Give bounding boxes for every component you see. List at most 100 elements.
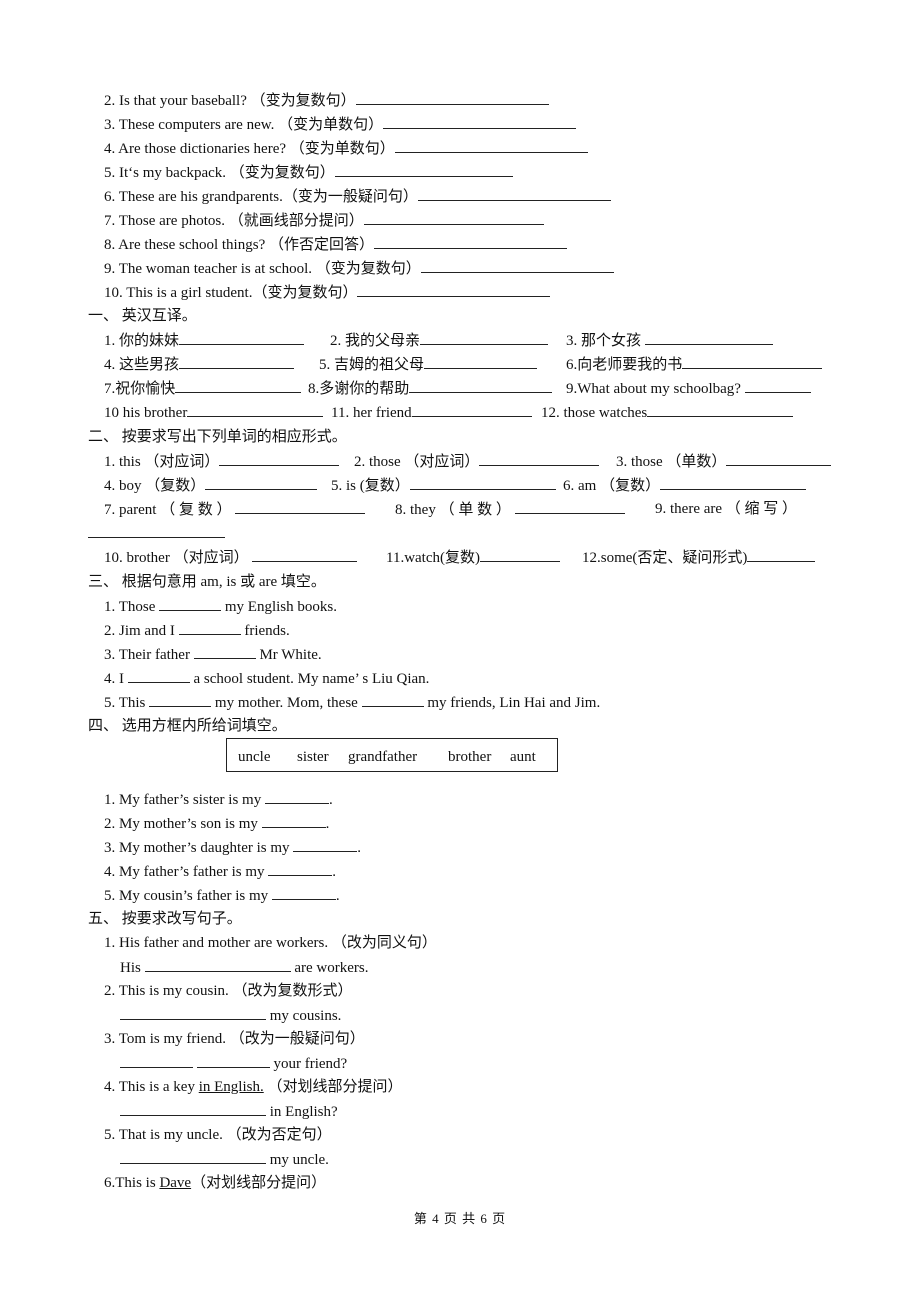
item-text: my cousins. — [266, 1008, 342, 1024]
item-text: a school student. My name’ s Liu Qian. — [189, 671, 430, 687]
answer-blank[interactable] — [682, 354, 823, 369]
answer-blank[interactable] — [268, 861, 333, 876]
answer-blank[interactable] — [144, 957, 291, 972]
answer-blank[interactable] — [361, 692, 424, 707]
answer-blank[interactable] — [479, 451, 600, 466]
answer-blank[interactable] — [726, 451, 832, 466]
item-text: 5. This — [104, 695, 150, 711]
answer-blank[interactable] — [179, 330, 305, 345]
question-text: 10. This is a girl student.（变为复数句） — [104, 285, 358, 301]
answer-blank[interactable] — [88, 523, 225, 538]
answer-blank[interactable] — [394, 138, 588, 153]
answer-blank[interactable] — [409, 378, 553, 393]
answer-blank[interactable] — [120, 1101, 266, 1116]
item-text: 5. My cousin’s father is my — [104, 888, 272, 904]
question-item: 6. These are his grandparents.（变为一般疑问句） — [104, 186, 611, 206]
underlined-phrase: Dave — [159, 1175, 192, 1191]
answer-blank[interactable] — [205, 475, 318, 490]
item-text: Mr White. — [255, 647, 322, 663]
answer-blank[interactable] — [261, 813, 326, 828]
answer-blank[interactable] — [178, 620, 241, 635]
item-text: 10. brother （对应词） — [104, 550, 249, 566]
question-text: 5. It‘s my backpack. （变为复数句） — [104, 165, 335, 181]
fill-item: 2. My mother’s son is my . — [104, 813, 329, 833]
fill-item: 1. Those my English books. — [104, 596, 337, 616]
answer-blank[interactable] — [744, 378, 811, 393]
item-text: 6.This is — [104, 1175, 160, 1191]
question-item: 2. Is that your baseball? （变为复数句） — [104, 90, 549, 110]
question-item: 8. Are these school things? （作否定回答） — [104, 234, 567, 254]
fill-item: 3. My mother’s daughter is my . — [104, 837, 361, 857]
answer-blank[interactable] — [383, 114, 577, 129]
answer-blank[interactable] — [644, 330, 773, 345]
rewrite-question: 5. That is my uncle. （改为否定句） — [104, 1127, 332, 1143]
answer-blank[interactable] — [480, 547, 560, 562]
question-text: 9. The woman teacher is at school. （变为复数… — [104, 261, 421, 277]
fill-item: 4. I a school student. My name’ s Liu Qi… — [104, 668, 429, 688]
rewrite-answer: my cousins. — [120, 1005, 341, 1025]
item-text: 3. Their father — [104, 647, 194, 663]
answer-blank[interactable] — [271, 885, 336, 900]
translation-item: 3. 那个女孩 — [566, 330, 773, 350]
answer-blank[interactable] — [252, 547, 358, 562]
answer-blank[interactable] — [235, 499, 366, 514]
answer-blank[interactable] — [120, 1005, 266, 1020]
answer-blank[interactable] — [196, 1053, 270, 1068]
question-item: 10. This is a girl student.（变为复数句） — [104, 282, 551, 302]
answer-blank[interactable] — [179, 354, 295, 369]
item-text: （对划线部分提问） — [191, 1175, 327, 1191]
item-text: His — [120, 960, 145, 976]
translation-item: 2. 我的父母亲 — [330, 330, 549, 350]
answer-blank[interactable] — [514, 499, 625, 514]
fill-item: 2. Jim and I friends. — [104, 620, 290, 640]
answer-blank[interactable] — [187, 402, 324, 417]
question-item: 9. The woman teacher is at school. （变为复数… — [104, 258, 614, 278]
item-text: 3. those （单数） — [616, 454, 727, 470]
answer-blank[interactable] — [660, 475, 807, 490]
answer-blank[interactable] — [409, 475, 556, 490]
answer-blank[interactable] — [334, 162, 513, 177]
answer-blank[interactable] — [127, 668, 190, 683]
question-text: 2. Is that your baseball? （变为复数句） — [104, 93, 356, 109]
answer-blank[interactable] — [747, 547, 816, 562]
word-bank-box: uncle sister grandfather brother aunt — [226, 738, 558, 772]
item-text: 12. those watches — [541, 405, 648, 421]
answer-blank[interactable] — [420, 330, 549, 345]
item-text: . — [328, 792, 333, 808]
answer-blank[interactable] — [357, 282, 551, 297]
answer-blank[interactable] — [193, 644, 256, 659]
word-form-item: 6. am （复数） — [563, 475, 807, 495]
item-text: 7. parent （ 复 数 ） — [104, 502, 232, 518]
answer-blank[interactable] — [175, 378, 302, 393]
translation-item: 10 his brother — [104, 402, 324, 422]
underlined-phrase: in English. — [198, 1079, 264, 1095]
answer-blank[interactable] — [647, 402, 794, 417]
answer-blank[interactable] — [120, 1053, 193, 1068]
answer-blank[interactable] — [355, 90, 549, 105]
word-form-item: 7. parent （ 复 数 ） — [104, 499, 366, 519]
item-text: in English? — [266, 1104, 338, 1120]
item-text: . — [325, 816, 330, 832]
answer-blank[interactable] — [420, 258, 614, 273]
item-text: 7.祝你愉快 — [104, 381, 176, 397]
answer-blank[interactable] — [120, 1149, 266, 1164]
answer-blank[interactable] — [417, 186, 611, 201]
answer-blank[interactable] — [159, 596, 222, 611]
section-heading: 三、 根据句意用 am, is 或 are 填空。 — [88, 574, 326, 590]
answer-blank[interactable] — [424, 354, 538, 369]
item-text: 1. this （对应词） — [104, 454, 220, 470]
answer-blank[interactable] — [264, 789, 329, 804]
item-text: 12.some(否定、疑问形式) — [582, 550, 748, 566]
word-bank-word: uncle — [238, 749, 271, 765]
answer-blank[interactable] — [149, 692, 212, 707]
answer-blank[interactable] — [363, 210, 544, 225]
answer-blank[interactable] — [411, 402, 532, 417]
item-text: 2. those （对应词） — [354, 454, 480, 470]
item-text: 3. My mother’s daughter is my — [104, 840, 294, 856]
answer-blank[interactable] — [373, 234, 567, 249]
translation-item: 1. 你的妹妹 — [104, 330, 305, 350]
answer-blank[interactable] — [293, 837, 358, 852]
section-heading: 五、 按要求改写句子。 — [88, 911, 242, 927]
item-text: . — [335, 888, 340, 904]
answer-blank[interactable] — [219, 451, 340, 466]
